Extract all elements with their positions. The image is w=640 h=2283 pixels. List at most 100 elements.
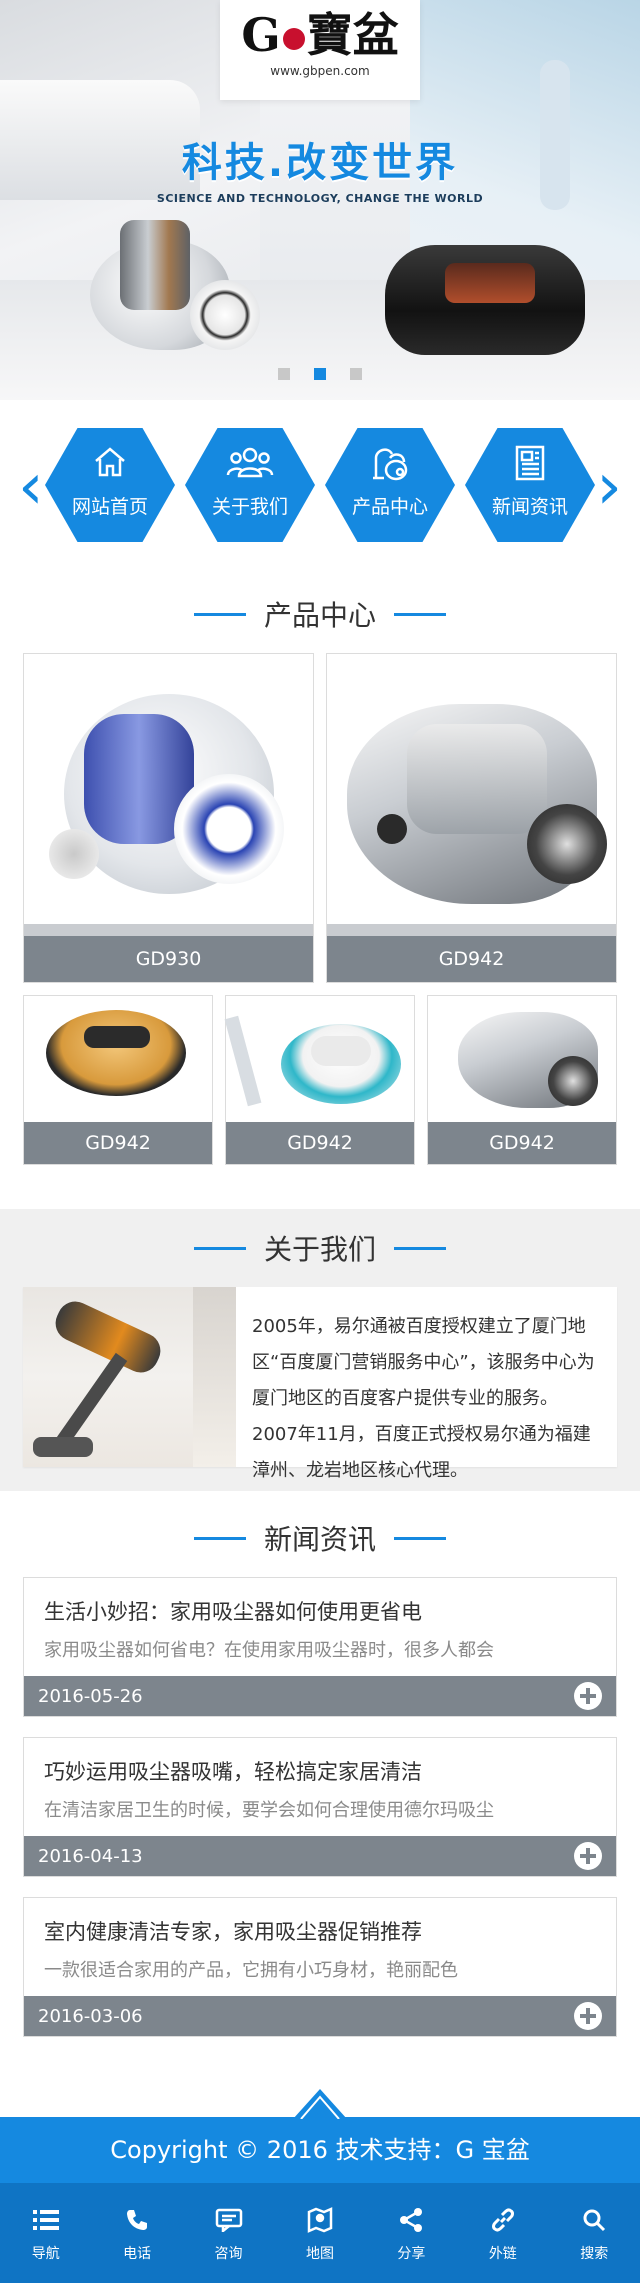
plus-circle-icon[interactable] [574,1682,602,1710]
bottom-nav-label: 地图 [305,2246,334,2262]
hex-nav-label: 产品中心 [351,496,428,518]
news-item[interactable]: 室内健康清洁专家，家用吸尘器促销推荐 一款很适合家用的产品，它拥有小巧身材，艳丽… [23,1897,617,2037]
product-image [327,654,616,924]
bottom-nav-label: 电话 [123,2246,152,2262]
about-text: 2005年，易尔通被百度授权建立了厦门地区“百度厦门营销服务中心”，该服务中心为… [252,1316,595,1481]
news-item-summary: 一款很适合家用的产品，它拥有小巧身材，艳丽配色 [44,1960,458,1981]
about-title: 关于我们 [263,1233,376,1266]
news-item-title[interactable]: 生活小妙招：家用吸尘器如何使用更省电 [24,1578,616,1628]
title-line-left [193,1536,246,1540]
banner-slogan: 科技.改变世界 SCIENCE AND TECHNOLOGY, CHANGE T… [0,130,640,205]
about-card[interactable]: 2005年，易尔通被百度授权建立了厦门地区“百度厦门营销服务中心”，该服务中心为… [23,1287,617,1481]
logo-mark: G 寶盆 [241,8,399,62]
product-image [428,996,616,1120]
hex-nav-label: 网站首页 [71,496,148,518]
bottom-nav-item-menu[interactable]: 导航 [0,2183,91,2283]
nav-prev-arrow[interactable]: ‹ [18,455,44,519]
product-image [24,996,212,1120]
news-item-summary: 家用吸尘器如何省电？在使用家用吸尘器时，很多人都会 [44,1640,494,1661]
product-image [24,654,313,924]
news-item-bar: 2016-04-13 [24,1836,616,1876]
news-list: 生活小妙招：家用吸尘器如何使用更省电 家用吸尘器如何省电？在使用家用吸尘器时，很… [0,1577,640,2117]
title-line-right [394,612,446,616]
product-card[interactable]: GD942 [427,995,617,1165]
logo-seal [282,28,305,50]
banner-vacuum-robot [385,245,585,365]
slider-dot-1[interactable] [278,368,290,380]
products-row-1: GD930 GD942 [23,653,617,983]
title-line-left [193,612,246,616]
bottom-nav-item-map[interactable]: 地图 [274,2183,365,2283]
news-item-bar: 2016-05-26 [24,1676,616,1716]
people-icon [185,444,315,484]
bottom-nav-item-search[interactable]: 搜索 [549,2183,640,2283]
bottom-nav-item-chat[interactable]: 咨询 [183,2183,274,2283]
product-separator [24,924,313,936]
site-logo[interactable]: G 寶盆 www.gbpen.com [220,0,420,100]
product-card[interactable]: GD942 [326,653,617,983]
product-card[interactable]: GD942 [224,995,415,1165]
hero-banner[interactable]: G 寶盆 www.gbpen.com 科技.改变世界 SCIENCE AND TE… [0,0,640,400]
product-separator [327,924,616,936]
products-section-title: 产品中心 [0,575,640,653]
bottom-nav-label: 外链 [488,2246,517,2262]
product-card[interactable]: GD942 [23,995,213,1165]
hex-nav-item-products[interactable]: 产品中心 [325,428,455,542]
bottom-nav-label: 咨询 [214,2246,243,2262]
logo-url: www.gbpen.com [270,64,370,78]
product-image [224,996,414,1120]
plus-circle-icon[interactable] [574,2002,602,2030]
hex-nav-item-home[interactable]: 网站首页 [45,428,175,542]
menu-icon [0,2205,91,2235]
title-line-left [193,1246,246,1250]
news-item[interactable]: 巧妙运用吸尘器吸嘴，轻松搞定家居清洁 在清洁家居卫生的时候，要学会如何合理使用德… [23,1737,617,1877]
slogan-en: SCIENCE AND TECHNOLOGY, CHANGE THE WORLD [156,192,484,205]
hex-nav: ‹ 网站首页 关于我们 产品中心 新闻资讯 › [0,400,640,575]
slogan-cn: 科技.改变世界 [181,140,459,186]
slider-dots [0,368,640,380]
product-name: GD942 [327,936,616,982]
vacuum-icon [325,444,455,486]
link-icon [457,2205,548,2235]
banner-vacuum-canister [70,220,270,380]
hex-nav-label: 关于我们 [211,496,288,518]
product-name: GD942 [226,1122,414,1164]
copyright-text: Copyright © 2016 技术支持：G 宝盆 [110,2136,530,2164]
footer: Copyright © 2016 技术支持：G 宝盆 [0,2089,640,2183]
bottom-nav-item-phone[interactable]: 电话 [91,2183,182,2283]
home-icon [45,444,175,484]
bottom-nav-item-link[interactable]: 外链 [457,2183,548,2283]
hex-nav-item-about[interactable]: 关于我们 [185,428,315,542]
hex-nav-item-news[interactable]: 新闻资讯 [465,428,595,542]
plus-circle-icon[interactable] [574,1842,602,1870]
news-item-summary: 在清洁家居卫生的时候，要学会如何合理使用德尔玛吸尘 [44,1800,494,1821]
about-section: 关于我们 2005年，易尔通被百度授权建立了厦门地区“百度厦门营销服务中心”，该… [0,1209,640,1491]
product-name: GD942 [428,1122,616,1164]
news-item-date: 2016-05-26 [38,1685,143,1707]
products-row-2: GD942 GD942 GD942 [23,995,617,1165]
news-section-title: 新闻资讯 [0,1499,640,1577]
news-item-bar: 2016-03-06 [24,1996,616,2036]
about-section-title: 关于我们 [0,1209,640,1287]
search-icon [549,2205,640,2235]
slider-dot-2[interactable] [314,368,326,380]
share-icon [366,2205,457,2235]
bottom-nav-label: 分享 [397,2246,426,2262]
news-item-title[interactable]: 室内健康清洁专家，家用吸尘器促销推荐 [24,1898,616,1948]
products-grid: GD930 GD942 GD942 GD942 GD942 [0,653,640,1189]
news-item[interactable]: 生活小妙招：家用吸尘器如何使用更省电 家用吸尘器如何省电？在使用家用吸尘器时，很… [23,1577,617,1717]
news-icon [465,444,595,486]
nav-next-arrow[interactable]: › [596,455,622,519]
news-title: 新闻资讯 [263,1523,376,1556]
product-card[interactable]: GD930 [23,653,314,983]
about-image [23,1287,193,1467]
news-item-title[interactable]: 巧妙运用吸尘器吸嘴，轻松搞定家居清洁 [24,1738,616,1788]
map-icon [274,2205,365,2235]
about-image-side [193,1287,236,1467]
bottom-nav-label: 搜索 [580,2246,609,2262]
product-name: GD930 [24,936,313,982]
bottom-nav-item-share[interactable]: 分享 [366,2183,457,2283]
slider-dot-3[interactable] [350,368,362,380]
back-to-top-icon[interactable] [293,2079,347,2119]
bottom-nav: 导航 电话 咨询 地图 分享 外链 搜索 [0,2183,640,2283]
